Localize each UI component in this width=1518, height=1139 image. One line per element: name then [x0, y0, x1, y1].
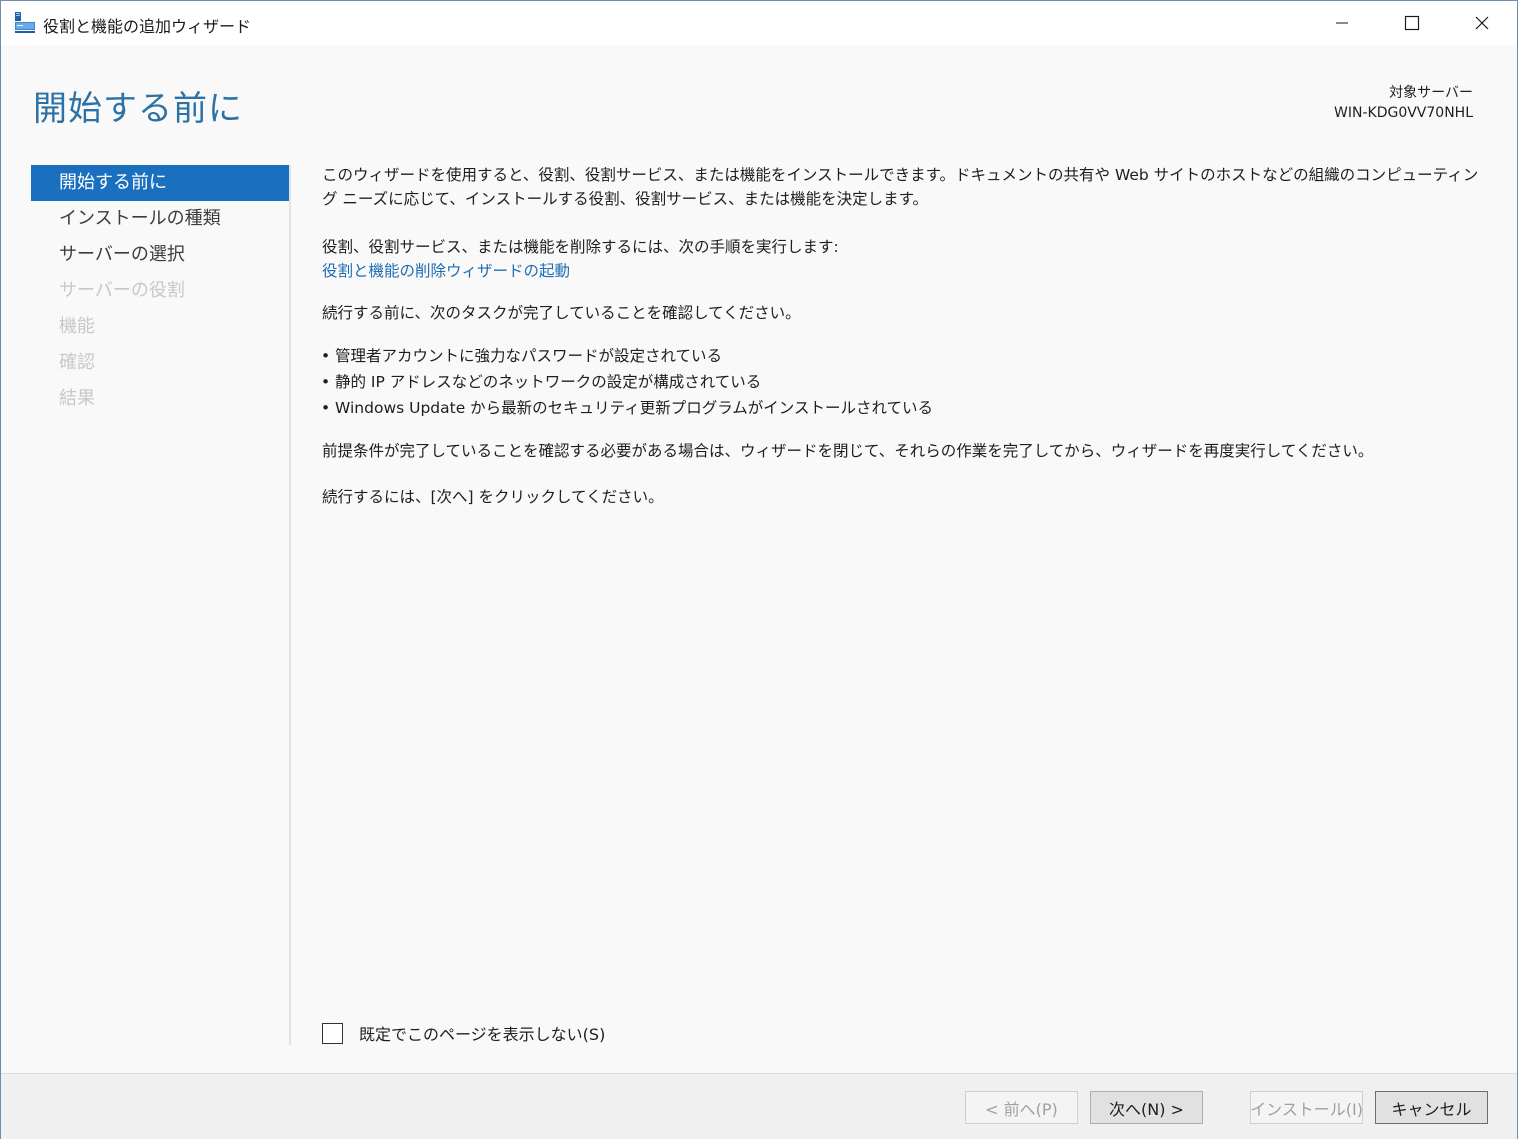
nav-divider: [289, 165, 291, 1045]
maximize-icon: [1404, 15, 1420, 31]
wizard-content: 開始する前に 対象サーバー WIN-KDG0VV70NHL 開始する前に インス…: [1, 45, 1517, 1073]
page-title: 開始する前に: [33, 89, 243, 129]
list-item: Windows Update から最新のセキュリティ更新プログラムがインストール…: [321, 395, 1487, 421]
nav-step-confirmation: 確認: [59, 352, 95, 373]
nav-step-server-roles: サーバーの役割: [59, 280, 185, 301]
skip-page-option[interactable]: 既定でこのページを表示しない(S): [322, 1021, 605, 1045]
list-item: 管理者アカウントに強力なパスワードが設定されている: [321, 343, 1487, 369]
minimize-icon: [1336, 22, 1348, 24]
prerequisite-note: 前提条件が完了していることを確認する必要がある場合は、ウィザードを閉じて、それら…: [322, 442, 1374, 460]
remove-wizard-link[interactable]: 役割と機能の削除ウィザードの起動: [322, 262, 570, 280]
main-description: このウィザードを使用すると、役割、役割サービス、または機能をインストールできます…: [321, 163, 1487, 509]
skip-page-label[interactable]: 既定でこのページを表示しない(S): [359, 1021, 605, 1045]
wizard-step-nav: 開始する前に インストールの種類 サーバーの選択 サーバーの役割 機能 確認 結…: [31, 165, 289, 417]
close-button[interactable]: [1447, 1, 1517, 45]
nav-step-installation-type[interactable]: インストールの種類: [31, 201, 289, 237]
previous-button[interactable]: < 前へ(P): [965, 1091, 1078, 1124]
title-bar[interactable]: 役割と機能の追加ウィザード: [1, 1, 1517, 45]
close-icon: [1475, 16, 1489, 30]
install-button[interactable]: インストール(I): [1250, 1091, 1363, 1124]
continue-note: 続行するには、[次へ] をクリックしてください。: [322, 488, 664, 506]
target-server-label: 対象サーバー: [1389, 85, 1473, 101]
cancel-button[interactable]: キャンセル: [1375, 1091, 1488, 1124]
window-title: 役割と機能の追加ウィザード: [43, 17, 252, 36]
next-button[interactable]: 次へ(N) >: [1090, 1091, 1203, 1124]
nav-step-server-selection[interactable]: サーバーの選択: [31, 237, 289, 273]
list-item: 静的 IP アドレスなどのネットワークの設定が構成されている: [321, 369, 1487, 395]
nav-step-results: 結果: [59, 388, 95, 409]
before-continue-text: 続行する前に、次のタスクが完了していることを確認してください。: [322, 304, 801, 322]
prerequisite-list: 管理者アカウントに強力なパスワードが設定されている 静的 IP アドレスなどのネ…: [321, 343, 1487, 421]
nav-step-before-you-begin[interactable]: 開始する前に: [31, 165, 289, 201]
remove-instruction: 役割、役割サービス、または機能を削除するには、次の手順を実行します:: [322, 238, 839, 256]
nav-step-features: 機能: [59, 316, 95, 337]
wizard-footer: < 前へ(P) 次へ(N) > インストール(I) キャンセル: [1, 1073, 1517, 1139]
server-manager-icon: [15, 12, 35, 33]
wizard-window: 役割と機能の追加ウィザード 開始する前に 対象サーバー WIN-KDG0VV70…: [0, 0, 1518, 1139]
target-server-info: 対象サーバー WIN-KDG0VV70NHL: [1334, 83, 1473, 123]
target-server-name: WIN-KDG0VV70NHL: [1334, 105, 1473, 121]
minimize-button[interactable]: [1307, 1, 1377, 45]
maximize-button[interactable]: [1377, 1, 1447, 45]
intro-text: このウィザードを使用すると、役割、役割サービス、または機能をインストールできます…: [322, 166, 1479, 208]
skip-page-checkbox[interactable]: [322, 1022, 343, 1044]
